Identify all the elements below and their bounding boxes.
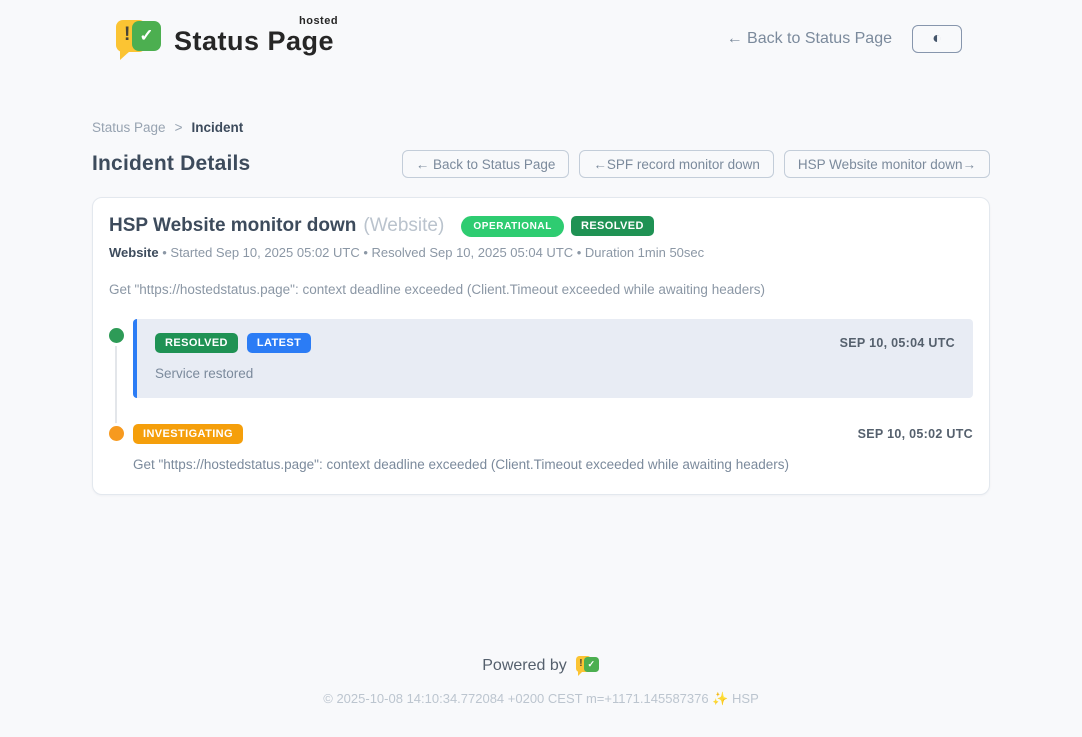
investigating-badge: INVESTIGATING [133,424,243,444]
incident-component: (Website) [363,215,444,237]
timeline-dot-green-icon [109,328,124,343]
breadcrumb-status-page[interactable]: Status Page [92,120,166,135]
timeline-entry-investigating: INVESTIGATING SEP 10, 05:02 UTC Get "htt… [109,424,973,472]
logo-exclamation-icon: ! [579,658,582,670]
header: ✓ ! Status Pagehosted ← Back to Status P… [0,0,1082,64]
theme-toggle-icon: ◐ [932,31,942,47]
incident-timeline: RESOLVED LATEST SEP 10, 05:04 UTC Servic… [109,319,973,472]
footer: Powered by ✓ ! © 2025-10-08 14:10:34.772… [0,655,1082,707]
incident-nav-buttons: ← Back to Status Page ←SPF record monito… [402,150,990,178]
back-to-status-page-button[interactable]: ← Back to Status Page [402,150,570,178]
resolved-state-badge: RESOLVED [571,216,654,236]
breadcrumb-separator: > [175,120,183,135]
brand-hosted-label: hosted [299,15,338,27]
incident-card: HSP Website monitor down (Website) OPERA… [92,197,990,495]
logo-checkmark-icon: ✓ [584,657,599,672]
logo-bubble-tail [120,51,130,60]
timeline-entry-message: Service restored [155,366,955,381]
timeline-entry-badges: INVESTIGATING [133,424,243,444]
breadcrumb: Status Page > Incident [92,120,990,135]
header-actions: ← Back to Status Page ◐ [727,25,962,53]
incident-description: Get "https://hostedstatus.page": context… [109,282,973,297]
theme-toggle-button[interactable]: ◐ [912,25,962,53]
latest-badge: LATEST [247,333,311,353]
resolved-badge: RESOLVED [155,333,238,353]
incident-meta-component: Website [109,245,159,260]
powered-by-link[interactable]: Powered by ✓ ! [0,655,1082,676]
logo-checkmark-icon: ✓ [132,21,161,51]
operational-status-badge: OPERATIONAL [461,216,564,237]
timeline-dot-orange-icon [109,426,124,441]
statuspage-mini-logo-icon: ✓ ! [576,655,600,676]
timeline-entry-plain: INVESTIGATING SEP 10, 05:02 UTC Get "htt… [133,424,973,472]
copyright-text: © 2025-10-08 14:10:34.772084 +0200 CEST … [0,691,1082,707]
timeline-entry-header: RESOLVED LATEST SEP 10, 05:04 UTC [155,333,955,353]
breadcrumb-incident: Incident [191,120,243,135]
timeline-entry-badges: RESOLVED LATEST [155,333,311,353]
statuspage-logo-icon: ✓ ! [116,18,162,60]
header-back-to-status-page-link[interactable]: ← Back to Status Page [727,30,892,48]
title-row: Incident Details ← Back to Status Page ←… [92,150,990,178]
timeline-entry-resolved: RESOLVED LATEST SEP 10, 05:04 UTC Servic… [109,319,973,398]
page-title: Incident Details [92,152,250,176]
timeline-entry-header: INVESTIGATING SEP 10, 05:02 UTC [133,424,973,444]
next-incident-button[interactable]: HSP Website monitor down→ [784,150,990,178]
powered-by-label: Powered by [482,657,567,675]
incident-meta-details: • Started Sep 10, 2025 05:02 UTC • Resol… [162,245,704,260]
incident-meta: Website • Started Sep 10, 2025 05:02 UTC… [109,245,973,260]
timeline-entry-timestamp: SEP 10, 05:04 UTC [840,336,955,350]
incident-title-row: HSP Website monitor down (Website) OPERA… [109,215,973,237]
logo-bubble-tail [578,671,583,676]
previous-incident-button[interactable]: ←SPF record monitor down [579,150,774,178]
brand-name: Status Pagehosted [174,26,334,57]
incident-title: HSP Website monitor down [109,215,356,237]
timeline-entry-message: Get "https://hostedstatus.page": context… [133,457,973,472]
logo-exclamation-icon: ! [124,24,130,47]
timeline-entry-timestamp: SEP 10, 05:02 UTC [858,427,973,441]
statuspage-logo[interactable]: ✓ ! Status Pagehosted [116,18,334,60]
main-content: Status Page > Incident Incident Details … [92,120,990,495]
timeline-entry-box: RESOLVED LATEST SEP 10, 05:04 UTC Servic… [133,319,973,398]
